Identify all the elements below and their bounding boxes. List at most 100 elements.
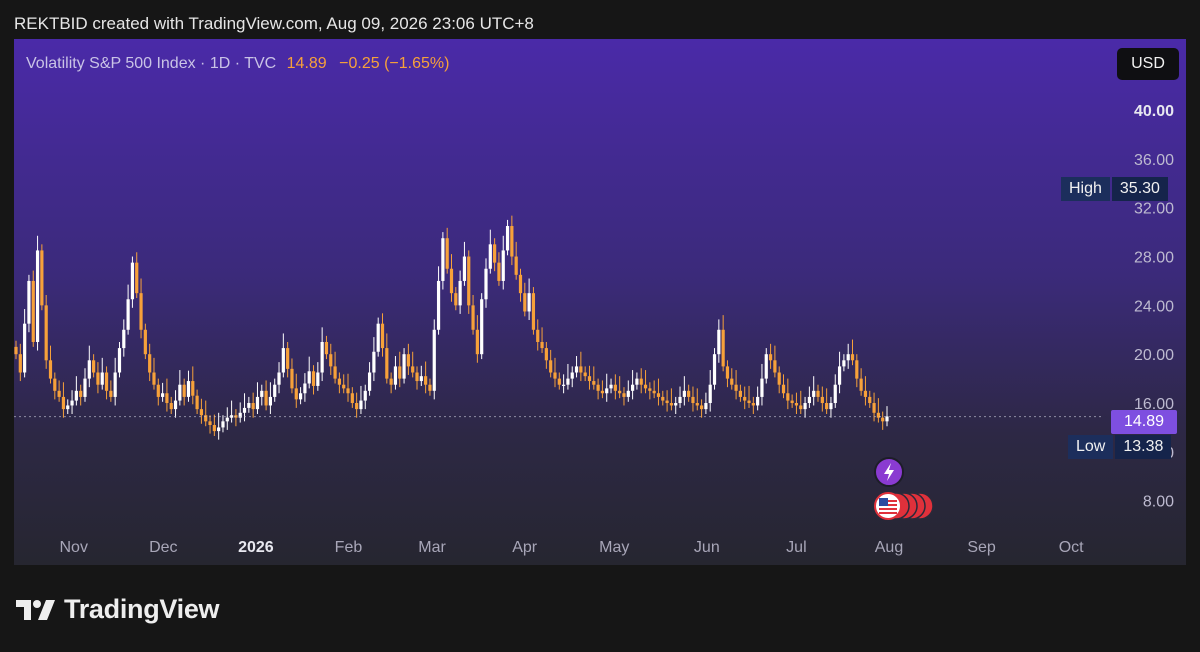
x-tick-label: 2026 xyxy=(238,539,274,556)
x-tick-label: Oct xyxy=(1059,539,1084,556)
candle-body xyxy=(428,384,432,391)
candle-body xyxy=(260,390,264,397)
candle-body xyxy=(307,371,311,384)
candle-body xyxy=(480,299,484,355)
candle-body xyxy=(281,348,285,373)
candle-body xyxy=(661,396,665,401)
candle-body xyxy=(859,378,863,391)
low-label-name: Low xyxy=(1068,435,1114,459)
chart-svg[interactable]: 44.0040.0036.0032.0028.0024.0020.0016.00… xyxy=(14,39,1186,565)
candle-body xyxy=(53,378,57,391)
candle-body xyxy=(182,384,186,397)
candle-body xyxy=(74,390,78,401)
y-tick-label: 32.00 xyxy=(1134,201,1174,218)
candle-body xyxy=(273,384,277,397)
legend-change: −0.25 (−1.65%) xyxy=(339,55,450,72)
candle-body xyxy=(768,354,773,361)
candle-body xyxy=(540,341,544,349)
candle-body xyxy=(363,390,367,401)
us-flag-icon xyxy=(874,492,902,520)
candle-body xyxy=(790,400,794,404)
candle-body xyxy=(803,403,807,410)
candle-body xyxy=(592,381,596,385)
candle-body xyxy=(445,238,449,269)
candle-body xyxy=(682,390,686,397)
candle-body xyxy=(199,409,204,416)
symbol-legend[interactable]: Volatility S&P 500 Index · 1D · TVC 14.8… xyxy=(26,55,449,73)
candle-body xyxy=(432,329,436,391)
candle-body xyxy=(411,366,415,373)
candle-body xyxy=(613,384,617,391)
candle-body xyxy=(398,366,402,379)
x-tick-label: Nov xyxy=(59,539,87,556)
low-label-value: 13.38 xyxy=(1115,435,1172,459)
candle-body xyxy=(441,238,445,281)
candle-body xyxy=(717,329,721,355)
candle-body xyxy=(837,366,842,385)
candle-body xyxy=(812,390,816,397)
candle-body xyxy=(298,393,303,400)
candle-body xyxy=(393,366,398,385)
legend-price: 14.89 xyxy=(286,55,327,72)
currency-button[interactable]: USD xyxy=(1117,48,1179,80)
candle-body xyxy=(566,378,570,385)
candle-body xyxy=(708,384,712,404)
candle-body xyxy=(385,348,389,379)
event-us-flag-markers xyxy=(874,492,934,520)
candle-body xyxy=(342,384,346,389)
candle-body xyxy=(794,403,799,406)
candle-body xyxy=(471,305,475,330)
tradingview-logo-text: TradingView xyxy=(64,594,220,624)
candle-body xyxy=(786,393,790,401)
candle-body xyxy=(178,384,182,401)
candle-body xyxy=(816,390,820,397)
high-label-name: High xyxy=(1061,177,1110,201)
candle-body xyxy=(475,329,479,355)
candle-body xyxy=(467,256,471,306)
candle-body xyxy=(747,400,751,404)
candle-body xyxy=(536,329,540,342)
candle-body xyxy=(622,393,626,397)
candle-body xyxy=(596,384,600,391)
candle-body xyxy=(549,360,553,373)
tradingview-logo[interactable]: TradingView xyxy=(16,594,220,625)
candle-body xyxy=(579,366,583,373)
candle-body xyxy=(286,348,290,369)
y-tick-label: 40.00 xyxy=(1134,103,1174,120)
candle-body xyxy=(380,323,385,349)
last-price-tag: 14.89 xyxy=(1111,410,1177,434)
candle-body xyxy=(122,329,126,349)
candle-body xyxy=(609,384,613,389)
candle-body xyxy=(868,396,872,404)
candle-body xyxy=(678,396,682,404)
y-tick-label: 28.00 xyxy=(1134,250,1174,267)
candle-body xyxy=(57,390,61,397)
candle-body xyxy=(372,351,376,373)
candle-body xyxy=(277,372,281,385)
candle-body xyxy=(79,390,83,397)
x-tick-label: Dec xyxy=(149,539,177,556)
candle-body xyxy=(544,348,548,361)
candle-body xyxy=(169,403,173,410)
x-tick-label: Sep xyxy=(967,539,996,556)
candle-body xyxy=(333,366,337,379)
candle-body xyxy=(161,393,165,397)
candle-body xyxy=(18,354,22,373)
chart-panel[interactable]: 44.0040.0036.0032.0028.0024.0020.0016.00… xyxy=(14,39,1186,565)
candle-body xyxy=(311,371,316,386)
candle-body xyxy=(618,390,622,394)
candle-body xyxy=(730,378,734,385)
candle-body xyxy=(264,390,268,406)
candle-body xyxy=(855,360,859,379)
candle-body xyxy=(781,384,786,394)
candle-body xyxy=(221,421,225,428)
candle-body xyxy=(829,403,833,410)
candle-body xyxy=(367,372,372,391)
candle-body xyxy=(424,376,428,385)
candle-body xyxy=(557,378,561,385)
candle-body xyxy=(721,329,725,367)
candle-body xyxy=(454,293,458,306)
candle-body xyxy=(600,390,605,394)
candle-body xyxy=(756,396,760,406)
candle-body xyxy=(833,384,837,404)
